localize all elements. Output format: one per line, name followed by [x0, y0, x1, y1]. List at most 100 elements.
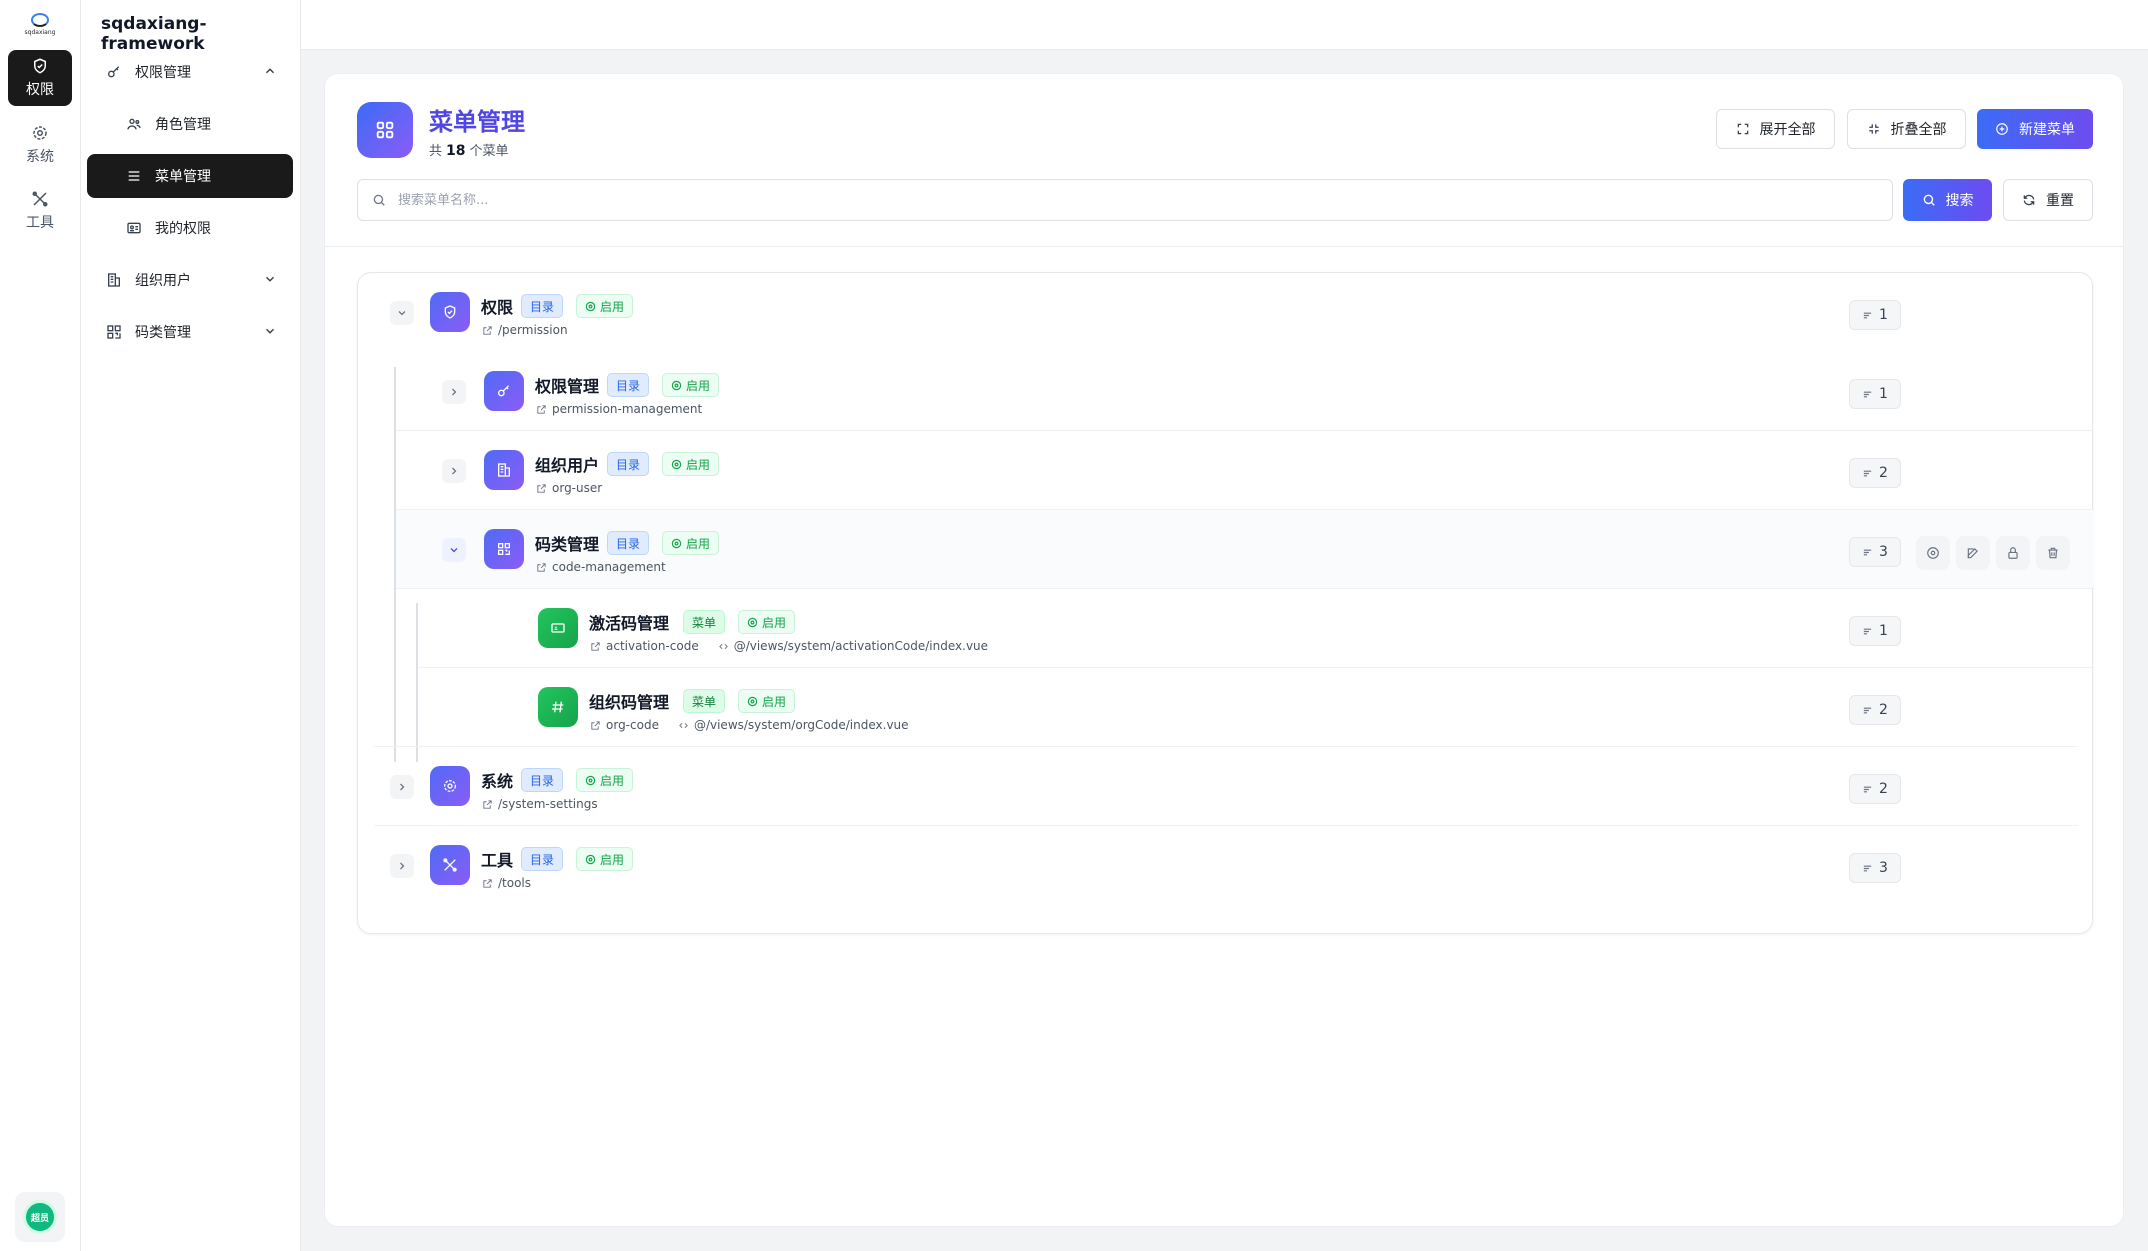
- external-link-icon: [537, 483, 546, 493]
- check-circle-icon: [671, 538, 682, 548]
- search-input[interactable]: [398, 192, 1878, 208]
- sort-lines-icon: [1863, 865, 1872, 871]
- sidebar-item-menu-management[interactable]: 菜单管理: [87, 154, 293, 198]
- tree-row-permission[interactable]: 权限 目录 启用 /permission 1: [358, 273, 2092, 352]
- node-name: 激活码管理: [589, 614, 670, 633]
- logo-text: sqdaxiang: [24, 28, 56, 36]
- reset-button[interactable]: 重置: [2003, 179, 2093, 221]
- collapse-all-button[interactable]: 折叠全部: [1847, 109, 1966, 149]
- sort-badge: 3: [1849, 853, 1901, 883]
- rail-item-tools[interactable]: 工具: [8, 183, 72, 239]
- app-title: sqdaxiang-framework: [101, 14, 207, 54]
- sidebar-item-label: 权限管理: [135, 65, 191, 81]
- rail-item-permission[interactable]: 权限: [8, 50, 72, 106]
- search-field[interactable]: [357, 179, 1893, 221]
- sort-badge: 1: [1849, 616, 1901, 646]
- tree-row-system[interactable]: 系统 目录 启用 /system-settings 2: [374, 747, 2078, 826]
- node-path: /system-settings: [482, 797, 598, 811]
- path-text: /system-settings: [498, 797, 598, 811]
- tree-row-permission-management[interactable]: 权限管理 目录 启用 permission-management 1: [396, 352, 2094, 431]
- sidebar-item-my-permissions[interactable]: 我的权限: [87, 206, 293, 250]
- sidebar-item-label: 菜单管理: [155, 169, 211, 185]
- check-circle-icon: [671, 459, 682, 469]
- sort-value: 3: [1879, 860, 1888, 876]
- node-path: org-user: [536, 481, 602, 495]
- type-tag: 目录: [521, 847, 564, 871]
- tree-row-org-user[interactable]: 组织用户 目录 启用 org-user 2: [396, 431, 2094, 510]
- gear-icon: [430, 766, 470, 806]
- collapse-toggle[interactable]: [390, 301, 414, 325]
- expand-toggle[interactable]: [390, 854, 414, 878]
- sidebar-item-label: 角色管理: [155, 117, 211, 133]
- trash-icon: [2048, 547, 2058, 559]
- path-text: org-code: [606, 718, 659, 732]
- status-badge: 启用: [662, 373, 720, 397]
- avatar[interactable]: 超员: [23, 1200, 57, 1234]
- component-text: @/views/system/orgCode/index.vue: [693, 718, 909, 732]
- node-name: 系统: [481, 772, 514, 791]
- check-circle-icon: [585, 775, 596, 785]
- external-link-icon: [483, 325, 492, 335]
- search-button[interactable]: 搜索: [1903, 179, 1992, 221]
- sidebar-item-code-management[interactable]: 码类管理: [87, 310, 293, 354]
- expand-icon: [1737, 123, 1748, 135]
- node-path: /permission: [482, 323, 568, 337]
- new-menu-button[interactable]: 新建菜单: [1977, 109, 2093, 149]
- path-text: org-user: [552, 481, 603, 495]
- lock-icon: [2008, 547, 2018, 559]
- collapse-toggle[interactable]: [442, 538, 466, 562]
- path-text: permission-management: [552, 402, 703, 416]
- lock-button[interactable]: [1996, 536, 2030, 570]
- expand-all-button[interactable]: 展开全部: [1716, 109, 1835, 149]
- check-circle-icon: [671, 380, 682, 390]
- node-path: code-management: [536, 560, 666, 574]
- page-title: 菜单管理: [429, 108, 525, 136]
- app-rail: sqdaxiang 权限 系统 工具 超员: [0, 0, 81, 1251]
- chevron-right-icon: [452, 388, 457, 396]
- tree-row-activation-code[interactable]: 激活码管理 菜单 启用 activation-code @/views/syst…: [418, 589, 2094, 668]
- expand-toggle[interactable]: [442, 380, 466, 404]
- chevron-down-icon: [450, 548, 458, 553]
- rail-item-label: 工具: [26, 215, 54, 231]
- type-tag: 目录: [521, 294, 564, 318]
- rail-item-system[interactable]: 系统: [8, 117, 72, 173]
- status-badge: 启用: [738, 610, 796, 634]
- type-tag: 目录: [607, 452, 650, 476]
- node-path: org-code @/views/system/orgCode/index.vu…: [590, 718, 909, 732]
- sort-badge: 2: [1849, 458, 1901, 488]
- top-bar: [301, 0, 2148, 50]
- delete-button[interactable]: [2036, 536, 2070, 570]
- external-link-icon: [537, 404, 546, 414]
- edit-button[interactable]: [1956, 536, 1990, 570]
- sidebar-item-label: 组织用户: [135, 273, 191, 289]
- tree-row-code-management[interactable]: 码类管理 目录 启用 code-management 3: [396, 510, 2094, 589]
- status-badge: 启用: [576, 768, 634, 792]
- chevron-down-icon: [398, 311, 406, 316]
- tree-row-tools[interactable]: 工具 目录 启用 /tools 3: [374, 826, 2078, 905]
- expand-toggle[interactable]: [442, 459, 466, 483]
- status-label: 启用: [686, 378, 711, 393]
- gear-icon: [33, 126, 47, 140]
- tree-row-org-code[interactable]: 组织码管理 菜单 启用 org-code @/views/system/orgC…: [418, 668, 2094, 747]
- check-circle-icon: [585, 854, 596, 864]
- sidebar-item-org-users[interactable]: 组织用户: [87, 258, 293, 302]
- sort-lines-icon: [1863, 549, 1872, 555]
- plus-circle-icon: [1927, 547, 1939, 559]
- sort-value: 1: [1879, 623, 1888, 639]
- external-link-icon: [537, 562, 546, 572]
- node-path: activation-code @/views/system/activatio…: [590, 639, 988, 653]
- key-icon: [484, 371, 524, 411]
- hash-icon: [538, 687, 578, 727]
- sort-badge: 1: [1849, 300, 1901, 330]
- sidebar-item-permission-management[interactable]: 权限管理: [87, 50, 293, 94]
- check-circle-icon: [747, 617, 758, 627]
- sort-lines-icon: [1863, 786, 1872, 792]
- node-name: 组织用户: [535, 456, 600, 475]
- expand-toggle[interactable]: [390, 775, 414, 799]
- app-logo[interactable]: sqdaxiang: [22, 10, 58, 38]
- status-label: 启用: [762, 615, 787, 630]
- add-child-button[interactable]: [1916, 536, 1950, 570]
- building-icon: [105, 271, 123, 289]
- sort-badge: 2: [1849, 695, 1901, 725]
- sidebar-item-role-management[interactable]: 角色管理: [87, 102, 293, 146]
